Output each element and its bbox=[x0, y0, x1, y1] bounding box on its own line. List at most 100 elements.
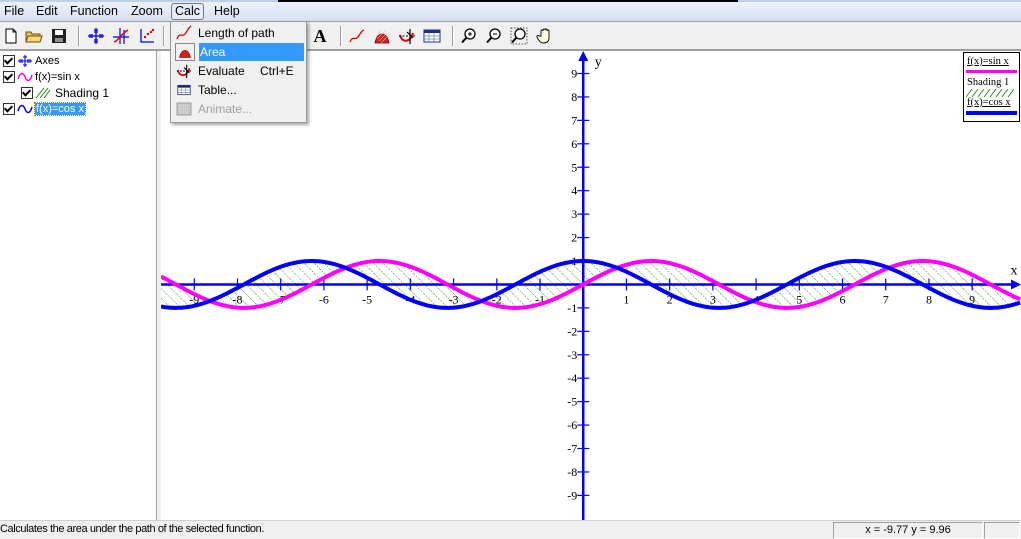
sin-checkbox[interactable] bbox=[3, 70, 15, 83]
zoom-window-button[interactable] bbox=[508, 25, 530, 47]
evaluate-icon bbox=[176, 64, 192, 79]
new-button[interactable] bbox=[0, 25, 22, 47]
toolbar-separator bbox=[452, 26, 454, 46]
x-tick-label: 7 bbox=[883, 292, 889, 306]
zoom-out-icon bbox=[486, 28, 501, 44]
tree-item-label-selected: f(x)=cos x bbox=[34, 101, 86, 116]
area-icon bbox=[179, 50, 191, 58]
menu-help[interactable]: Help bbox=[211, 3, 243, 20]
table-icon bbox=[177, 84, 191, 96]
insert-function-icon bbox=[113, 28, 129, 44]
y-tick-label: 7 bbox=[571, 113, 577, 127]
evaluate-icon bbox=[399, 29, 415, 44]
y-tick-label: -9 bbox=[567, 488, 577, 502]
y-tick-label: -7 bbox=[567, 442, 577, 456]
y-axis-label: y bbox=[595, 55, 602, 70]
toolbar-separator bbox=[78, 26, 80, 46]
insert-function-button[interactable] bbox=[110, 25, 132, 47]
legend-swatch-hatch bbox=[966, 89, 1015, 97]
area-icon bbox=[374, 30, 390, 44]
function-list-panel: Axes f(x)=sin x Shading 1 f(x)=cos x bbox=[0, 51, 157, 520]
x-tick-label: 5 bbox=[796, 292, 802, 306]
tree-item-label: Axes bbox=[35, 54, 60, 67]
evaluate-button[interactable] bbox=[396, 25, 418, 47]
menu-item-length-of-path[interactable]: Length of path bbox=[173, 24, 304, 42]
open-button[interactable] bbox=[23, 25, 45, 47]
legend-entry-cos: f(x)=cos x bbox=[967, 97, 1011, 108]
x-tick-label: -5 bbox=[362, 292, 372, 306]
status-pane-empty bbox=[984, 522, 1020, 539]
y-axis-arrow bbox=[578, 51, 589, 61]
y-tick-label: -4 bbox=[567, 371, 577, 385]
y-tick-label: -1 bbox=[567, 301, 577, 315]
shading-checkbox[interactable] bbox=[21, 86, 33, 99]
hatch-shading-icon bbox=[35, 87, 51, 98]
new-file-icon bbox=[5, 28, 17, 44]
menu-file[interactable]: File bbox=[1, 3, 27, 20]
y-tick-label: 2 bbox=[571, 231, 577, 245]
open-folder-icon bbox=[25, 31, 43, 43]
tree-item-sin[interactable]: f(x)=sin x bbox=[3, 69, 80, 84]
legend[interactable]: f(x)=sin x Shading 1 f(x)=cos x bbox=[963, 52, 1020, 122]
zoom-window-icon bbox=[510, 27, 528, 45]
y-tick-label: 4 bbox=[571, 184, 577, 198]
tree-item-label: Shading 1 bbox=[55, 85, 110, 100]
toolbar-separator bbox=[163, 26, 165, 46]
text-label-icon: A bbox=[313, 25, 327, 46]
menu-function[interactable]: Function bbox=[67, 3, 121, 20]
x-tick-label: -6 bbox=[319, 292, 329, 306]
table-icon bbox=[423, 29, 441, 43]
table-button[interactable] bbox=[421, 25, 443, 47]
tree-item-axes[interactable]: Axes bbox=[3, 53, 59, 68]
legend-label: Shading 1 bbox=[967, 77, 1010, 88]
tree-item-shading[interactable]: Shading 1 bbox=[21, 85, 109, 100]
insert-label-button[interactable]: A bbox=[309, 25, 331, 47]
legend-entry-sin: f(x)=sin x bbox=[967, 56, 1009, 67]
animate-icon bbox=[176, 102, 192, 116]
menu-edit[interactable]: Edit bbox=[33, 3, 61, 20]
y-tick-label: 8 bbox=[571, 90, 577, 104]
sine-curve-icon bbox=[17, 104, 33, 113]
y-tick-label: -6 bbox=[567, 418, 577, 432]
x-tick-label: 6 bbox=[840, 292, 846, 306]
x-tick-label: -8 bbox=[232, 292, 242, 306]
legend-label: f(x)=sin x bbox=[967, 56, 1009, 67]
area-button[interactable] bbox=[371, 25, 393, 47]
y-tick-label: -5 bbox=[567, 395, 577, 409]
tree-item-label: f(x)=sin x bbox=[35, 70, 80, 83]
point-series-icon bbox=[140, 28, 155, 43]
point-series-button[interactable] bbox=[136, 25, 158, 47]
zoom-out-button[interactable] bbox=[483, 25, 505, 47]
shortcut-label: Ctrl+E bbox=[260, 64, 294, 78]
menu-item-evaluate[interactable]: Evaluate Ctrl+E bbox=[173, 62, 304, 80]
y-tick-label: 5 bbox=[571, 160, 577, 174]
menu-bar: File Edit Function Zoom Calc Help bbox=[0, 2, 1021, 22]
menu-zoom[interactable]: Zoom bbox=[128, 3, 166, 20]
save-disk-icon bbox=[52, 29, 66, 43]
legend-swatch-cos bbox=[966, 111, 1017, 115]
y-tick-label: -8 bbox=[567, 465, 577, 479]
menu-item-area[interactable]: Area bbox=[173, 43, 304, 61]
length-of-path-icon bbox=[349, 29, 365, 43]
zoom-in-button[interactable] bbox=[458, 25, 480, 47]
cos-checkbox[interactable] bbox=[3, 102, 15, 115]
save-button[interactable] bbox=[48, 25, 70, 47]
legend-entry-shading: Shading 1 bbox=[967, 77, 1009, 88]
axes-button[interactable] bbox=[85, 25, 107, 47]
y-tick-label: 6 bbox=[571, 137, 577, 151]
pan-button[interactable] bbox=[534, 25, 556, 47]
tree-item-cos[interactable]: f(x)=cos x bbox=[3, 101, 86, 116]
status-bar: Calculates the area under the path of th… bbox=[0, 520, 1021, 539]
axes-icon bbox=[88, 28, 104, 44]
x-tick-label: 3 bbox=[710, 292, 716, 306]
cursor-coordinates: x = -9.77 y = 9.96 bbox=[833, 522, 983, 539]
zoom-in-icon bbox=[461, 28, 476, 44]
menu-calc[interactable]: Calc bbox=[171, 3, 205, 20]
menu-item-table[interactable]: Table... bbox=[173, 81, 304, 99]
axes-checkbox[interactable] bbox=[3, 54, 15, 67]
legend-label: f(x)=cos x bbox=[967, 97, 1011, 108]
axes-icon bbox=[18, 54, 32, 67]
length-of-path-button[interactable] bbox=[346, 25, 368, 47]
y-tick-label: 3 bbox=[571, 207, 577, 221]
x-tick-label: 1 bbox=[623, 292, 629, 306]
